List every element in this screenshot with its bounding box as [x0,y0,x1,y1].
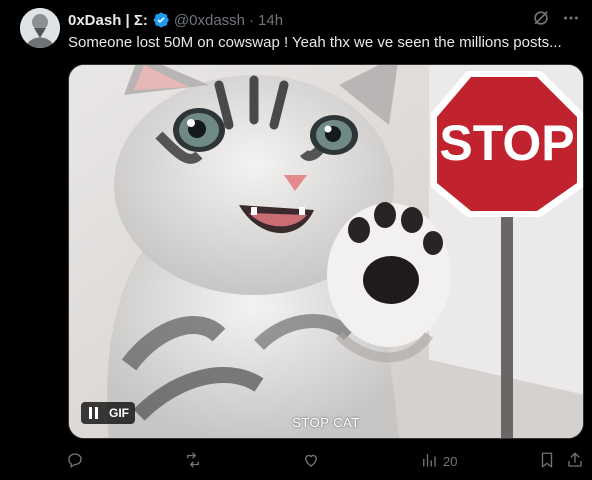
like-icon [302,451,320,472]
cat-stop-sign-image: STOP [69,65,583,438]
tweet-text: Someone lost 50M on cowswap ! Yeah thx w… [68,34,562,51]
bookmark-icon [538,451,556,472]
views-button[interactable]: 20 [420,451,457,472]
reply-icon [66,451,84,472]
tweet-action-bar: 20 [66,451,586,473]
more-dots-icon[interactable] [562,9,580,27]
retweet-button[interactable] [184,451,202,472]
author-name[interactable]: 0xDash | Σ: [68,12,148,29]
avatar[interactable] [20,8,60,48]
author-handle[interactable]: @0xdassh [174,12,245,29]
bookmark-button[interactable] [538,451,556,472]
views-icon [420,451,438,472]
grok-icon[interactable] [532,9,550,27]
retweet-icon [184,451,202,472]
share-icon [566,451,584,472]
verified-badge-icon [152,11,170,29]
header-separator: · [249,11,255,29]
tweet-header: 0xDash | Σ: @0xdassh · 14h [68,10,283,30]
views-count: 20 [443,454,458,469]
gif-caption: STOP CAT [292,415,360,430]
like-button[interactable] [302,451,320,472]
stop-sign-text: STOP [439,115,574,171]
share-button[interactable] [566,451,584,472]
tweet-top-actions [532,9,580,27]
timestamp[interactable]: 14h [258,12,283,29]
gif-media[interactable]: STOP GIF STOP CAT [68,64,584,439]
reply-button[interactable] [66,451,84,472]
avatar-image [20,8,60,48]
